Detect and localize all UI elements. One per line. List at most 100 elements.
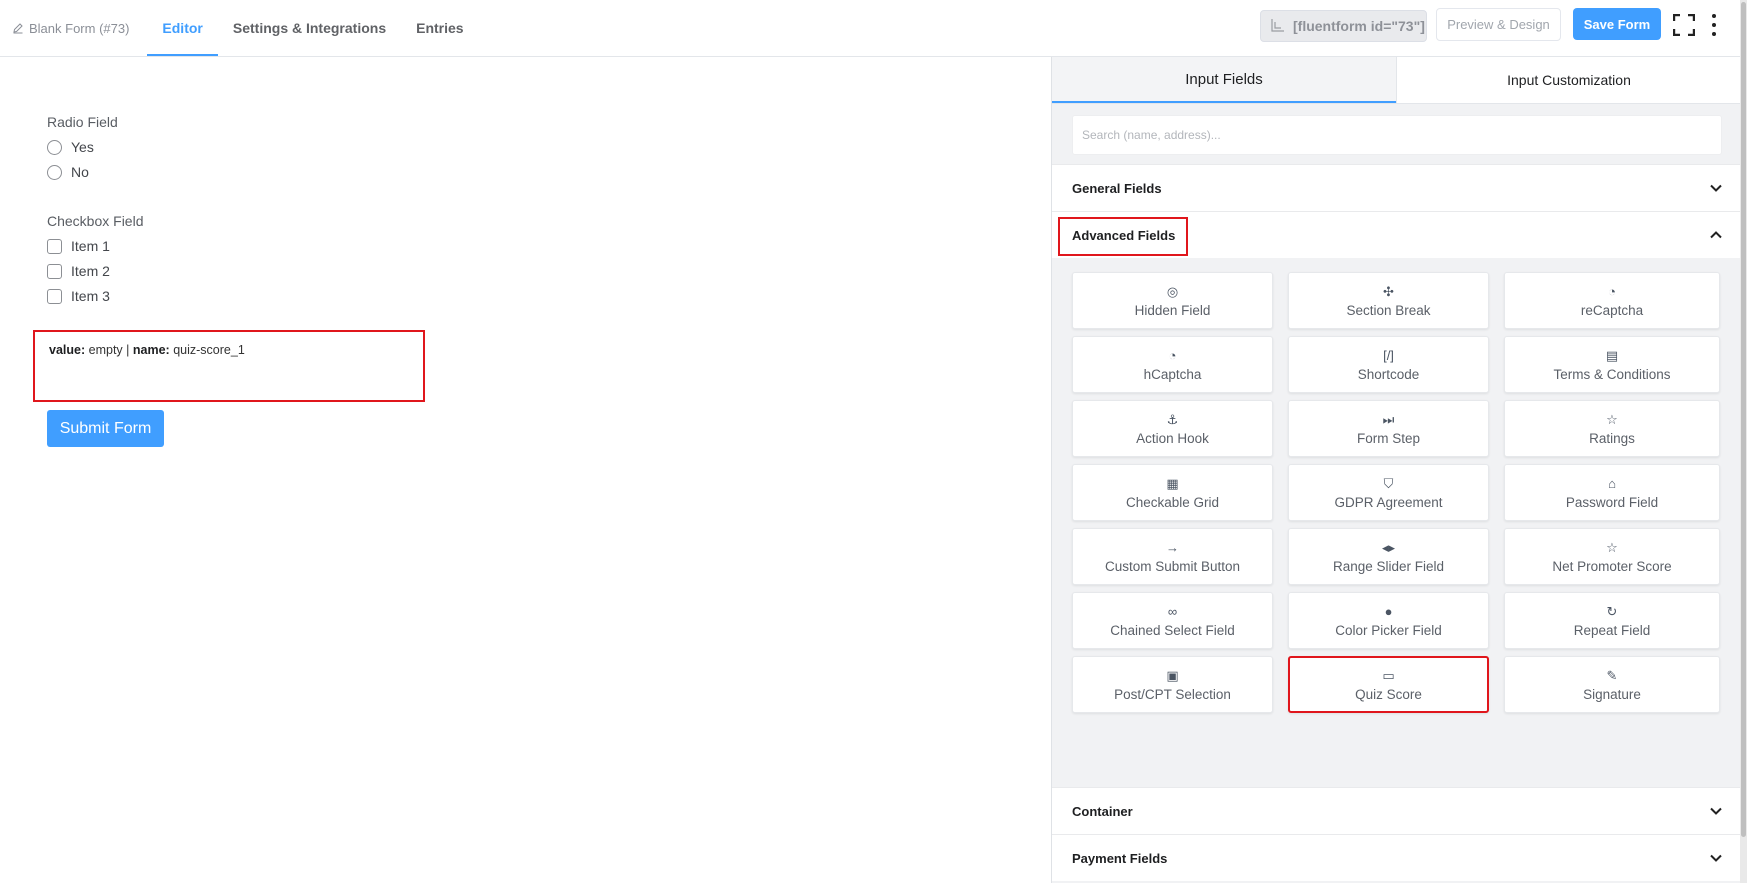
tab-input-customization[interactable]: Input Customization (1396, 57, 1741, 103)
field-card-label: Shortcode (1357, 366, 1420, 382)
link-icon: ∞ (1167, 604, 1178, 619)
field-card-password-field[interactable]: ⌂ Password Field (1504, 464, 1720, 521)
checkbox-option-item-2[interactable]: Item 2 (47, 263, 110, 279)
field-card-label: Repeat Field (1573, 622, 1651, 638)
field-card-range-slider-field[interactable]: ◂▸ Range Slider Field (1288, 528, 1489, 585)
checkbox-option-item-3[interactable]: Item 3 (47, 288, 110, 304)
radio-option-yes[interactable]: Yes (47, 139, 94, 155)
field-card-label: Checkable Grid (1125, 494, 1220, 510)
checkbox[interactable] (47, 238, 62, 254)
shortcode-copy-button[interactable]: [fluentform id="73"] (1260, 10, 1427, 42)
field-card-action-hook[interactable]: ⚓ Action Hook (1072, 400, 1273, 457)
tab-settings-integrations[interactable]: Settings & Integrations (218, 0, 401, 56)
field-card-label: Hidden Field (1134, 302, 1211, 318)
field-card-checkable-grid[interactable]: ▦ Checkable Grid (1072, 464, 1273, 521)
preview-label: Preview & Design (1447, 17, 1550, 32)
separator: | (126, 343, 130, 357)
checkbox[interactable] (47, 263, 62, 279)
form-name: Blank Form (#73) (29, 20, 130, 36)
field-card-label: Quiz Score (1355, 686, 1422, 702)
submit-form-button[interactable]: Submit Form (47, 410, 164, 447)
field-card-recaptcha[interactable]: ◔ reCaptcha (1504, 272, 1720, 329)
field-card-label: Post/CPT Selection (1114, 686, 1231, 702)
field-card-section-break[interactable]: ✣ Section Break (1288, 272, 1489, 329)
field-card-label: Action Hook (1136, 430, 1209, 446)
tab-entries[interactable]: Entries (401, 0, 478, 56)
name-val: quiz-score_1 (173, 343, 245, 357)
arrow-right-icon: → (1166, 540, 1179, 555)
field-card-label: Password Field (1565, 494, 1659, 510)
field-card-hcaptcha[interactable]: ◔ hCaptcha (1072, 336, 1273, 393)
field-card-post-cpt-selection[interactable]: ▣ Post/CPT Selection (1072, 656, 1273, 713)
pen-icon: ✎ (1606, 668, 1618, 683)
tab-editor[interactable]: Editor (147, 0, 219, 56)
name-key: name: (132, 343, 170, 357)
page-scrollbar-thumb[interactable] (1741, 2, 1746, 837)
field-card-label: Terms & Conditions (1553, 366, 1671, 382)
field-card-signature[interactable]: ✎ Signature (1504, 656, 1720, 713)
star-icon: ☆ (1606, 412, 1618, 427)
copy-icon (1271, 19, 1284, 32)
field-card-label: hCaptcha (1143, 366, 1202, 382)
save-form-button[interactable]: Save Form (1573, 8, 1661, 40)
radio-option-no[interactable]: No (47, 164, 89, 180)
checkbox-option-label: Item 3 (71, 288, 110, 304)
section-payment-fields[interactable]: Payment Fields (1052, 834, 1741, 881)
field-card-color-picker-field[interactable]: ● Color Picker Field (1288, 592, 1489, 649)
field-card-net-promoter-score[interactable]: ☆ Net Promoter Score (1504, 528, 1720, 585)
field-card-repeat-field[interactable]: ↻ Repeat Field (1504, 592, 1720, 649)
field-card-label: reCaptcha (1580, 302, 1644, 318)
section-container[interactable]: Container (1052, 787, 1741, 834)
field-search-input[interactable]: Search (name, address)... (1072, 115, 1722, 155)
quiz-score-info: value: empty | name: quiz-score_1 (49, 343, 245, 357)
radio-button[interactable] (47, 164, 62, 180)
field-card-quiz-score[interactable]: ▭ Quiz Score (1288, 656, 1489, 713)
tab-input-customization-label: Input Customization (1507, 72, 1631, 88)
fullscreen-icon[interactable] (1673, 14, 1695, 36)
grid-icon: ▦ (1166, 476, 1179, 491)
field-card-gdpr-agreement[interactable]: ⛉ GDPR Agreement (1288, 464, 1489, 521)
shortcode-icon: [/] (1383, 348, 1394, 363)
radio-button[interactable] (47, 139, 62, 155)
field-card-label: Section Break (1346, 302, 1431, 318)
chevron-up-icon (1710, 231, 1722, 239)
field-card-form-step[interactable]: ⏭ Form Step (1288, 400, 1489, 457)
repeat-icon: ↻ (1606, 604, 1618, 619)
checkbox[interactable] (47, 288, 62, 304)
field-card-shortcode[interactable]: [/] Shortcode (1288, 336, 1489, 393)
submit-label: Submit Form (59, 419, 152, 437)
field-card-ratings[interactable]: ☆ Ratings (1504, 400, 1720, 457)
checkbox-field-label: Checkbox Field (47, 213, 144, 229)
radio-field-label: Radio Field (47, 114, 118, 130)
tab-input-fields[interactable]: Input Fields (1052, 57, 1396, 103)
save-label: Save Form (1583, 16, 1651, 32)
value-key: value: (49, 343, 86, 357)
star-outline-icon: ☆ (1606, 540, 1618, 555)
radio-option-label: No (71, 164, 89, 180)
more-options-icon[interactable] (1708, 14, 1720, 36)
post-icon: ▣ (1166, 668, 1179, 683)
form-name-crumb[interactable]: Blank Form (#73) (12, 0, 147, 56)
value-val: empty (88, 343, 123, 357)
hcaptcha-icon: ◔ (1168, 348, 1177, 363)
field-card-label: Form Step (1356, 430, 1421, 446)
shortcode-text: [fluentform id="73"] (1293, 18, 1425, 34)
field-card-terms-conditions[interactable]: ▤ Terms & Conditions (1504, 336, 1720, 393)
chevron-down-icon (1710, 854, 1722, 862)
top-nav: Blank Form (#73) Editor Settings & Integ… (12, 0, 479, 56)
fields-panel: Input Fields Input Customization Search … (1051, 57, 1741, 883)
scroll-icon: ▤ (1605, 348, 1619, 363)
tab-editor-label: Editor (162, 20, 203, 36)
edit-pencil-icon (13, 23, 23, 34)
quiz-score-field-preview[interactable]: value: empty | name: quiz-score_1 (33, 330, 425, 402)
section-payment-label: Payment Fields (1072, 850, 1168, 866)
field-card-hidden-field[interactable]: ◎ Hidden Field (1072, 272, 1273, 329)
preview-design-button[interactable]: Preview & Design (1436, 8, 1561, 41)
checkbox-option-item-1[interactable]: Item 1 (47, 238, 110, 254)
search-placeholder: Search (name, address)... (1082, 128, 1221, 142)
section-general-fields[interactable]: General Fields (1052, 164, 1741, 211)
top-bar: Blank Form (#73) Editor Settings & Integ… (0, 0, 1747, 57)
field-card-chained-select-field[interactable]: ∞ Chained Select Field (1072, 592, 1273, 649)
field-card-custom-submit-button[interactable]: → Custom Submit Button (1072, 528, 1273, 585)
field-card-label: Range Slider Field (1332, 558, 1445, 574)
